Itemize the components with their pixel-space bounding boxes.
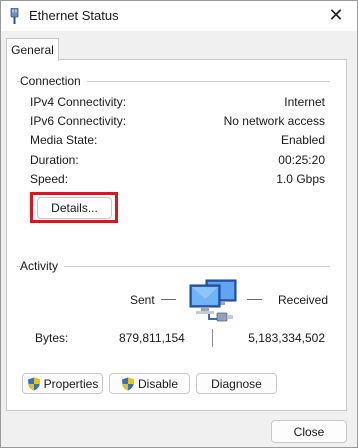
properties-button[interactable]: Properties <box>22 373 103 394</box>
general-panel <box>6 59 347 411</box>
duration-label: Duration: <box>30 153 79 167</box>
duration-value: 00:25:20 <box>278 153 325 167</box>
diagnose-button[interactable]: Diagnose <box>196 373 277 394</box>
window-title: Ethernet Status <box>29 8 119 23</box>
title-bar: Ethernet Status ✕ <box>1 1 357 31</box>
received-label: Received <box>278 293 329 307</box>
title-close-button[interactable]: ✕ <box>325 4 347 26</box>
uac-shield-icon <box>27 377 40 390</box>
connection-heading: Connection <box>20 74 87 88</box>
speed-value: 1.0 Gbps <box>276 172 325 186</box>
bytes-separator <box>212 329 213 347</box>
ipv6-label: IPv6 Connectivity: <box>30 114 127 128</box>
speed-label: Speed: <box>30 172 69 186</box>
close-button[interactable]: Close <box>271 420 347 443</box>
tab-general[interactable]: General <box>6 38 59 61</box>
ipv4-label: IPv4 Connectivity: <box>30 95 127 109</box>
ipv6-value: No network access <box>223 114 325 128</box>
media-state-label: Media State: <box>30 133 98 147</box>
ipv4-value: Internet <box>284 95 325 109</box>
network-computers-icon <box>189 279 237 322</box>
received-dash <box>247 299 262 300</box>
sent-dash <box>161 299 176 300</box>
ethernet-plug-icon <box>10 8 19 24</box>
properties-label: Properties <box>43 376 99 391</box>
bytes-label: Bytes: <box>35 331 69 345</box>
disable-label: Disable <box>137 376 179 391</box>
ethernet-status-window: Ethernet Status ✕ General Connection IPv… <box>0 0 358 448</box>
sent-label: Sent <box>130 293 155 307</box>
activity-heading: Activity <box>20 259 65 273</box>
bytes-sent-value: 879,811,154 <box>119 331 185 345</box>
media-state-value: Enabled <box>280 133 325 147</box>
disable-button[interactable]: Disable <box>109 373 190 394</box>
uac-shield-icon <box>121 377 134 390</box>
bytes-received-value: 5,183,334,502 <box>248 331 325 345</box>
details-highlight-box <box>30 192 118 223</box>
